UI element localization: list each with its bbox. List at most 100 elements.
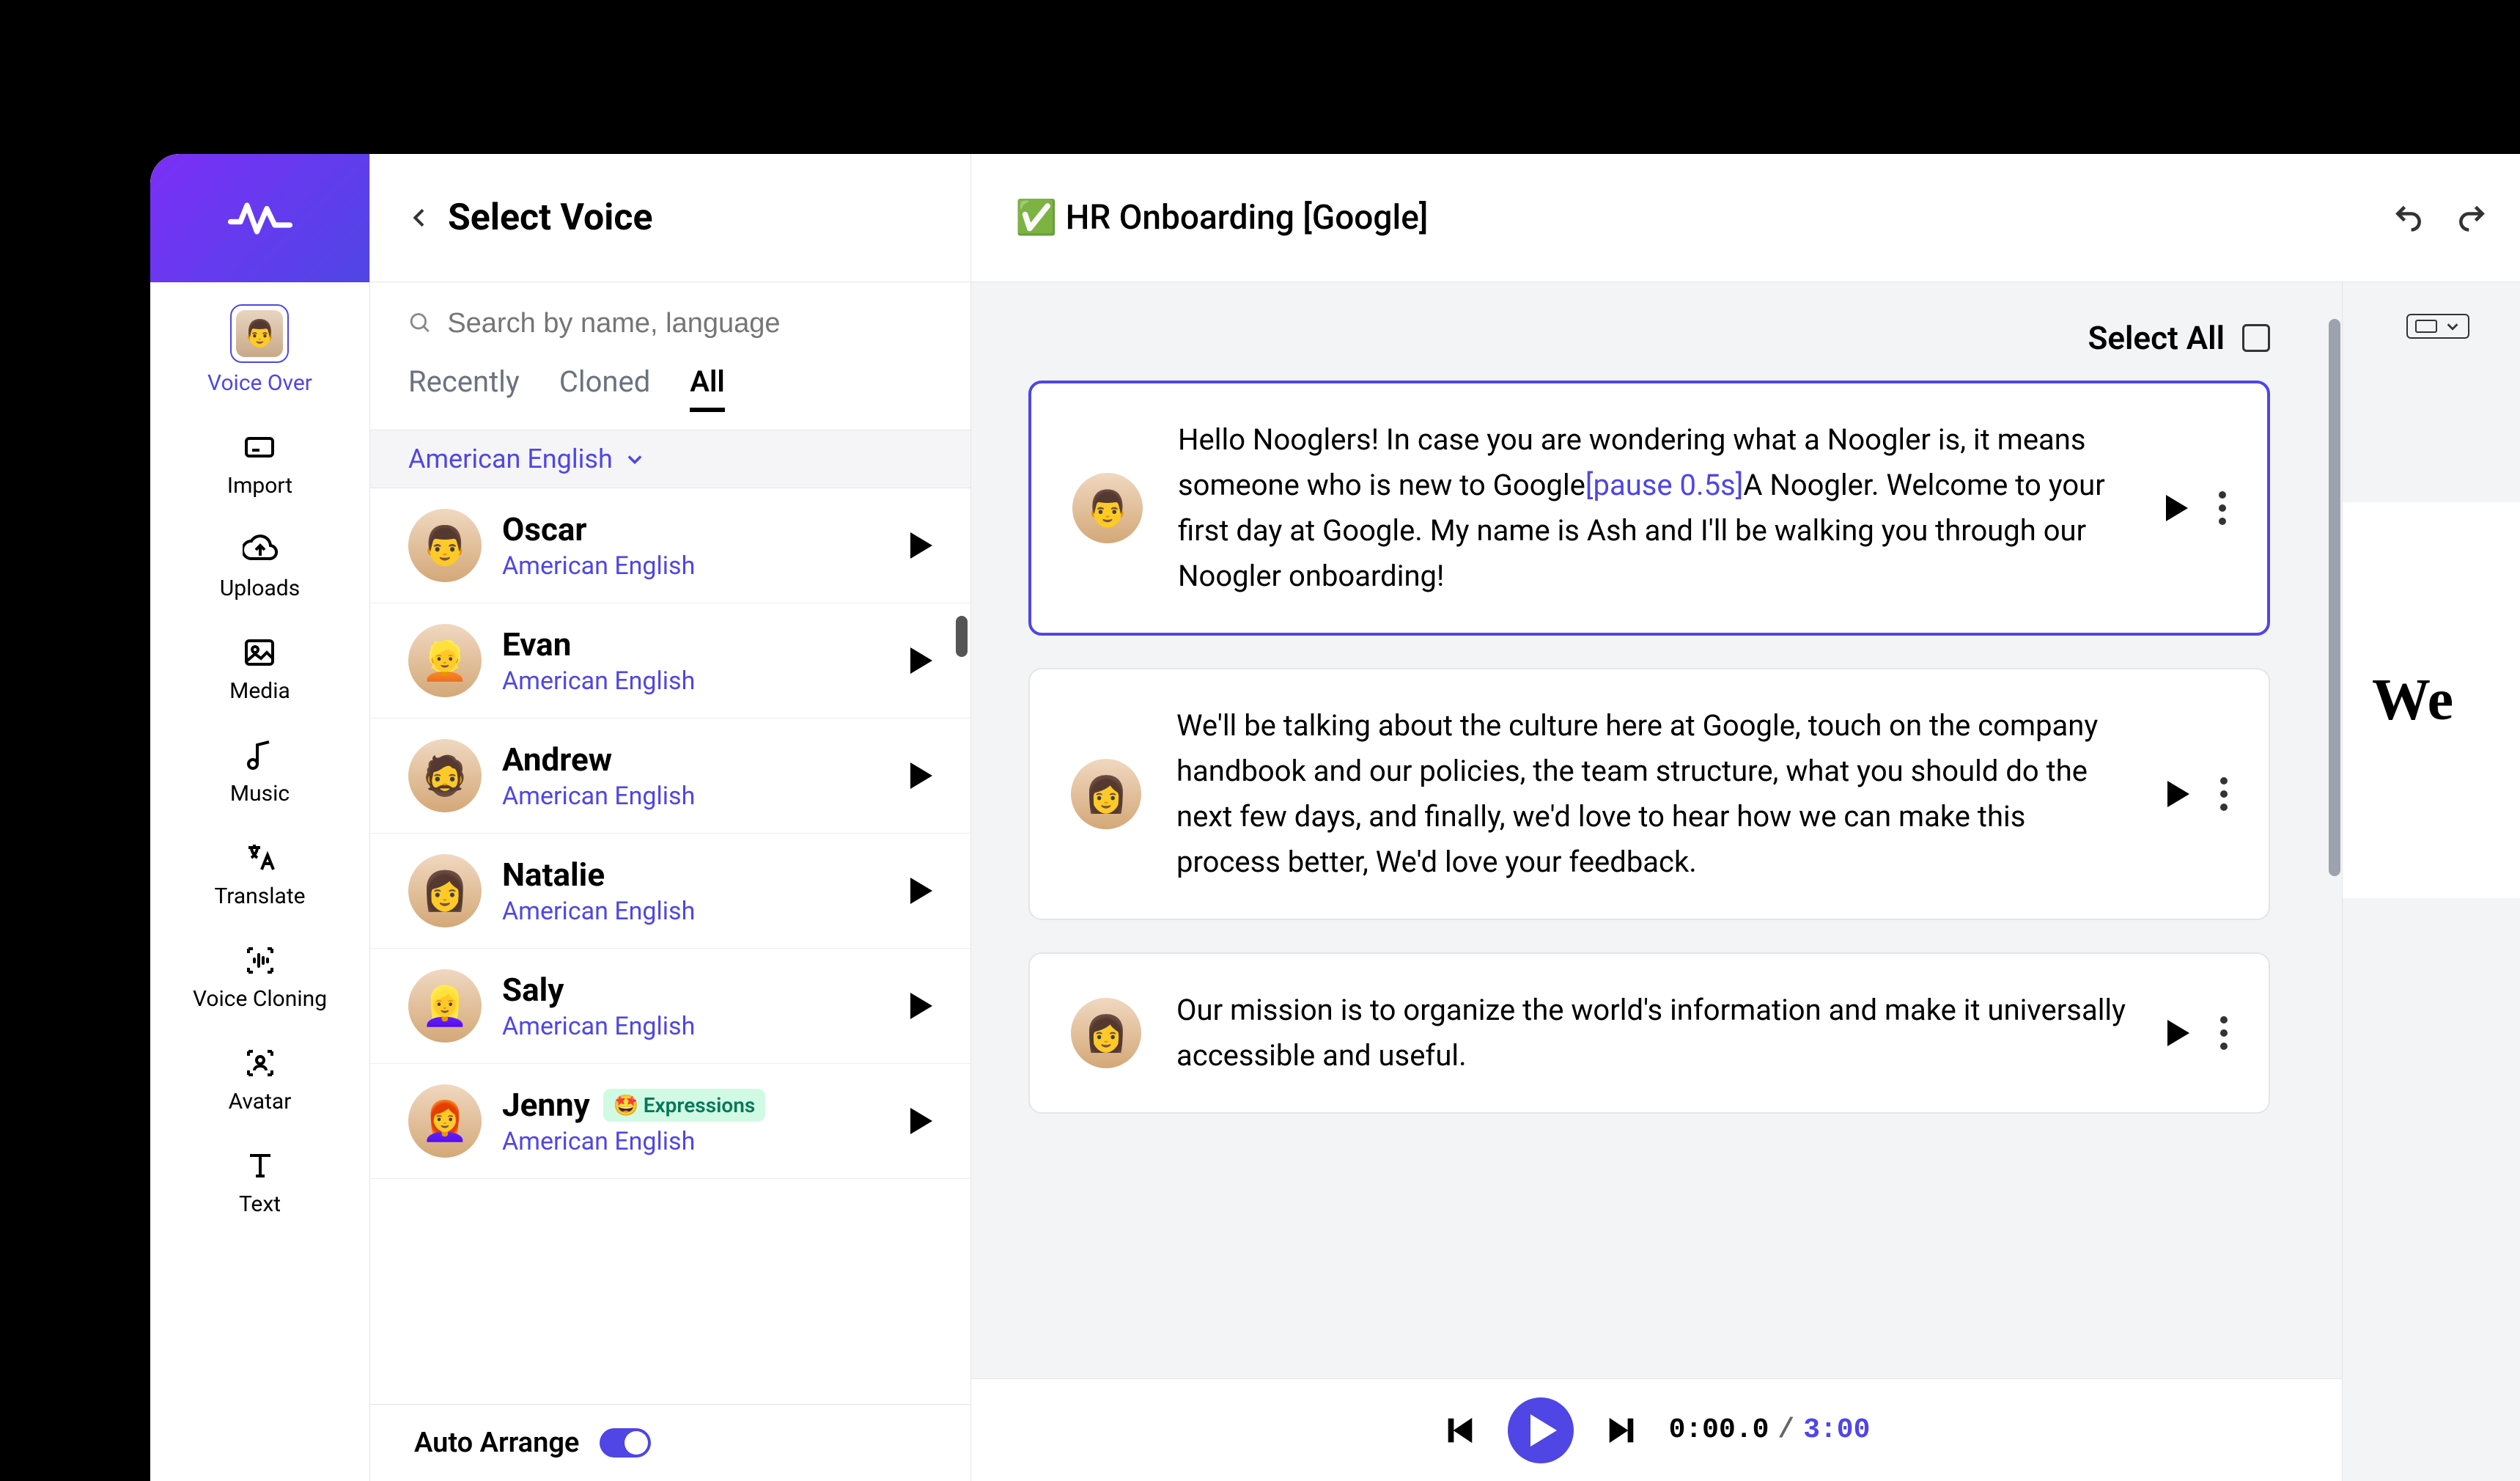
sidebar-item-label: Voice Cloning [193, 986, 327, 1012]
layout-icon [2415, 320, 2437, 333]
voice-search[interactable] [370, 282, 970, 364]
block-text[interactable]: Our mission is to organize the world's i… [1176, 988, 2132, 1078]
block-menu-button[interactable] [2219, 491, 2226, 525]
play-block-button[interactable] [2167, 781, 2189, 807]
play-icon[interactable] [910, 762, 932, 789]
sidebar-items: 👨 Voice Over Import Uploads Media [150, 282, 369, 1217]
redo-button[interactable] [2455, 201, 2488, 235]
language-dropdown-label: American English [408, 444, 613, 474]
play-icon[interactable] [910, 647, 932, 674]
voice-language: American English [502, 1127, 890, 1156]
sidebar-item-label: Avatar [229, 1089, 292, 1114]
play-block-button[interactable] [2166, 495, 2188, 521]
player-bar: 0:00.0 / 3:00 [971, 1378, 2342, 1481]
badge-emoji: 🤩 [614, 1093, 639, 1117]
logo[interactable] [150, 154, 369, 282]
play-icon[interactable] [910, 1108, 932, 1134]
sidebar-item-music[interactable]: Music [230, 737, 290, 806]
play-icon[interactable] [910, 532, 932, 559]
sidebar-item-import[interactable]: Import [227, 429, 292, 499]
block-speaker-avatar[interactable]: 👨 [1072, 473, 1143, 543]
logo-icon [227, 196, 293, 240]
voice-name: Jenny [502, 1086, 590, 1124]
text-icon [242, 1147, 279, 1184]
editor-scrollbar[interactable] [2327, 282, 2342, 1481]
sidebar-item-label: Music [230, 781, 290, 806]
voice-panel-footer: Auto Arrange [370, 1404, 970, 1481]
script-block[interactable]: 👩 Our mission is to organize the world's… [1028, 952, 2270, 1114]
voice-name: Andrew [502, 740, 612, 779]
play-button[interactable] [1508, 1397, 1574, 1463]
script-block[interactable]: 👩 We'll be talking about the culture her… [1028, 668, 2270, 920]
avatar-scan-icon [242, 1045, 279, 1081]
voice-list-scrollbar[interactable] [956, 616, 968, 657]
play-icon[interactable] [910, 878, 932, 904]
auto-arrange-label: Auto Arrange [414, 1427, 579, 1459]
blocks-column: Select All 👨 Hello Nooglers! In case you… [971, 282, 2327, 1481]
voice-avatar: 👱 [408, 624, 482, 697]
play-block-button[interactable] [2167, 1020, 2189, 1046]
voice-panel-header: Select Voice [370, 154, 970, 282]
sidebar-item-voice-cloning[interactable]: Voice Cloning [193, 942, 327, 1012]
skip-back-button[interactable] [1443, 1414, 1477, 1447]
voice-list: 👨 Oscar American English 👱 Evan American… [370, 488, 970, 1404]
sidebar-item-translate[interactable]: Translate [214, 839, 305, 909]
voice-language: American English [502, 551, 890, 581]
voice-row[interactable]: 👱‍♀️ Saly American English [370, 949, 970, 1064]
voice-avatar: 👩 [408, 854, 482, 927]
sidebar-item-label: Import [227, 473, 292, 499]
voice-avatar: 👩‍🦰 [408, 1084, 482, 1158]
voice-row[interactable]: 👨 Oscar American English [370, 488, 970, 603]
voice-name: Saly [502, 971, 564, 1009]
block-speaker-avatar[interactable]: 👩 [1071, 759, 1141, 829]
voice-row[interactable]: 👩 Natalie American English [370, 834, 970, 949]
voice-language: American English [502, 897, 890, 926]
translate-icon [242, 839, 279, 876]
script-block[interactable]: 👨 Hello Nooglers! In case you are wonder… [1028, 381, 2270, 636]
tab-all[interactable]: All [690, 364, 724, 412]
sidebar-item-label: Translate [214, 883, 305, 909]
block-menu-button[interactable] [2220, 777, 2228, 811]
sidebar-item-media[interactable]: Media [229, 634, 290, 704]
sidebar-item-voice-over[interactable]: 👨 Voice Over [207, 304, 312, 396]
play-icon[interactable] [910, 993, 932, 1019]
avatar-icon: 👨 [236, 310, 283, 357]
voice-avatar: 👨 [408, 509, 482, 582]
block-menu-button[interactable] [2220, 1016, 2228, 1050]
tab-cloned[interactable]: Cloned [559, 364, 650, 412]
app-window: 👨 Voice Over Import Uploads Media [150, 154, 2520, 1481]
sidebar-item-avatar[interactable]: Avatar [229, 1045, 292, 1114]
voice-name: Natalie [502, 856, 605, 894]
layout-dropdown[interactable] [2406, 314, 2469, 339]
voice-row[interactable]: 🧔 Andrew American English [370, 719, 970, 834]
sidebar-item-label: Voice Over [207, 370, 312, 396]
voice-language: American English [502, 1012, 890, 1041]
block-text[interactable]: We'll be talking about the culture here … [1176, 703, 2132, 885]
search-icon [408, 310, 432, 337]
select-all-checkbox[interactable] [2242, 324, 2270, 352]
block-speaker-avatar[interactable]: 👩 [1071, 998, 1141, 1068]
back-button[interactable] [405, 203, 435, 232]
pause-tag: [pause 0.5s] [1585, 468, 1743, 502]
editor-scroll: Select All 👨 Hello Nooglers! In case you… [971, 282, 2520, 1481]
auto-arrange-toggle[interactable] [600, 1428, 651, 1458]
slide-preview[interactable]: We [2343, 502, 2520, 898]
voice-row[interactable]: 👱 Evan American English [370, 603, 970, 719]
voice-panel: Select Voice Recently Cloned All America… [370, 154, 971, 1481]
right-preview-strip: We [2342, 282, 2520, 1481]
search-input[interactable] [447, 308, 932, 339]
voice-name: Evan [502, 625, 571, 664]
skip-forward-button[interactable] [1605, 1414, 1638, 1447]
scroll-thumb[interactable] [2329, 319, 2340, 876]
language-dropdown[interactable]: American English [370, 430, 970, 488]
sidebar-item-label: Media [229, 678, 290, 704]
sidebar-item-uploads[interactable]: Uploads [220, 532, 300, 601]
undo-button[interactable] [2392, 201, 2425, 235]
sidebar-item-label: Uploads [220, 576, 300, 601]
voice-row[interactable]: 👩‍🦰 Jenny 🤩 Expressions American English [370, 1064, 970, 1179]
block-text[interactable]: Hello Nooglers! In case you are wonderin… [1178, 417, 2131, 599]
sidebar-left: 👨 Voice Over Import Uploads Media [150, 154, 370, 1481]
tab-recently[interactable]: Recently [408, 364, 520, 412]
main-header: ✅ HR Onboarding [Google] [971, 154, 2520, 282]
sidebar-item-text[interactable]: Text [239, 1147, 281, 1217]
